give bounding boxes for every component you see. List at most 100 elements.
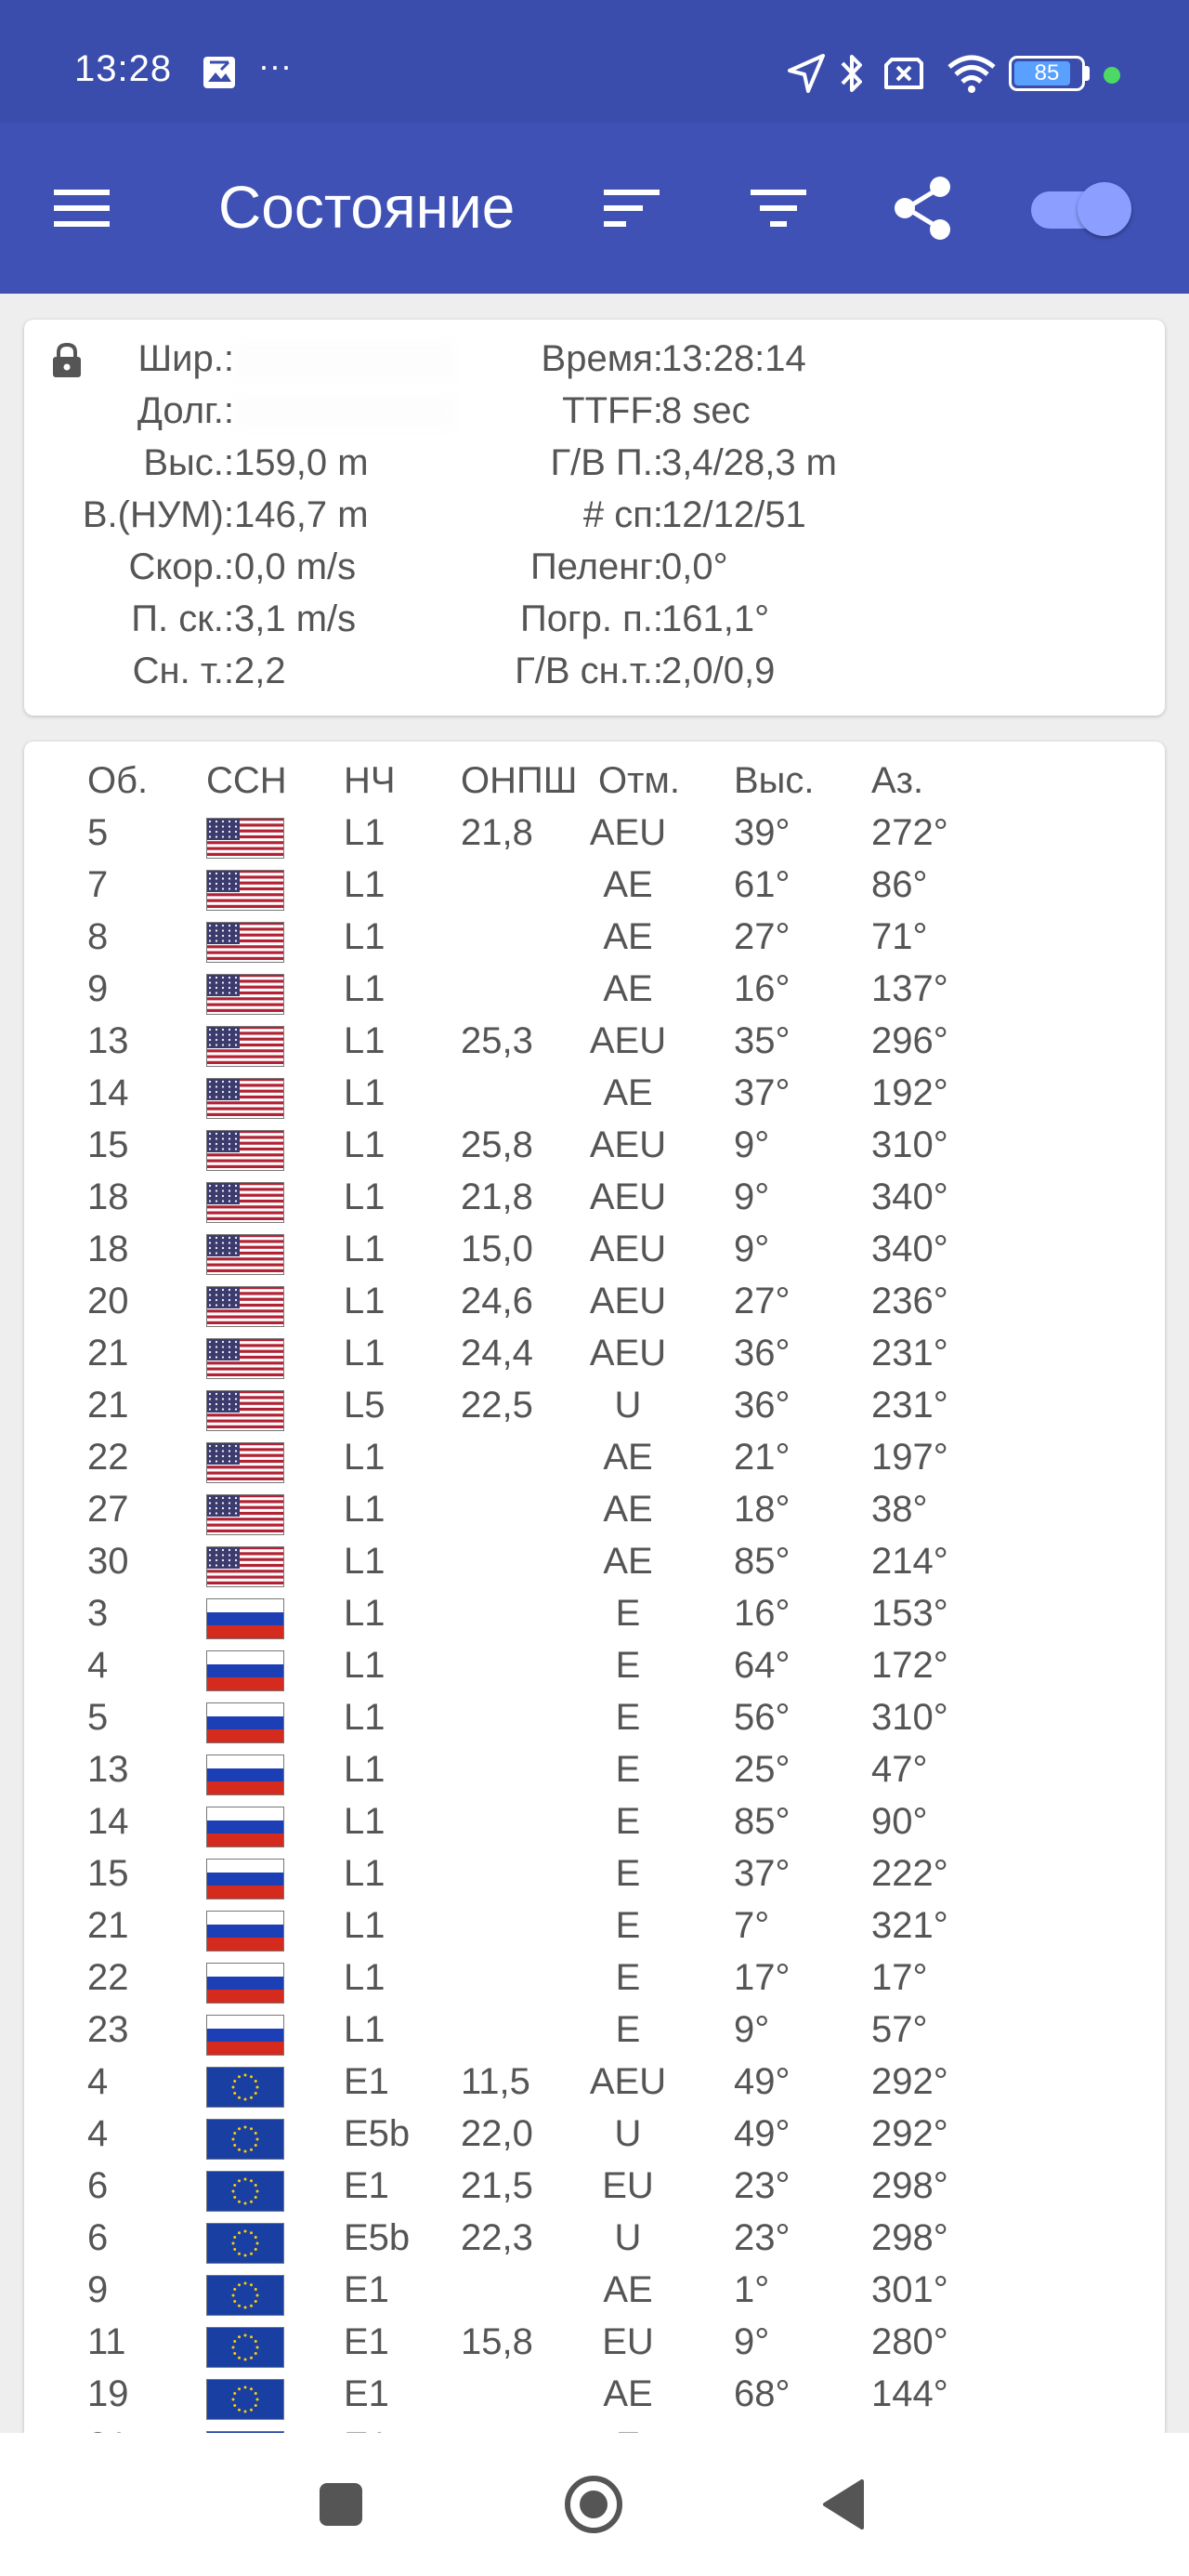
satellite-id: 15 [87,1853,129,1894]
satellite-row: 22 L1 AE 21° 197° [24,1437,1165,1489]
satellite-azimuth: 231° [871,1385,948,1426]
info-value: 159,0 m [234,442,369,483]
satellite-band: L1 [344,1489,385,1530]
info-value: 2,2 [234,651,286,691]
usa-flag-icon [206,1026,284,1067]
satellite-row: 21 L1 E 7° 321° [24,1905,1165,1957]
info-label: # сп: [582,494,663,535]
satellite-id: 13 [87,1749,129,1790]
info-label: Время: [541,338,663,379]
satellite-band: L1 [344,1697,385,1738]
satellite-azimuth: 292° [871,2113,948,2154]
satellite-id: 8 [87,916,109,957]
satellite-azimuth: 47° [871,1749,928,1790]
recents-square-icon[interactable] [308,2472,373,2537]
eu-flag-icon [206,2379,284,2420]
satellite-id: 6 [87,2165,109,2206]
satellite-id: 21 [87,2425,129,2433]
sort-icon[interactable] [594,171,669,245]
satellite-azimuth: 197° [871,1437,948,1478]
wifi-icon [947,55,996,93]
satellite-row: 21 L1 24,4 AEU 36° 231° [24,1333,1165,1385]
satellite-band: E1 [344,2321,389,2362]
satellite-flags: E [615,1957,641,1998]
satellite-azimuth: 296° [871,1020,948,1061]
satellite-row: 21 L5 22,5 U 36° 231° [24,1385,1165,1437]
info-row: В.(НУМ): 146,7 m # сп: 12/12/51 [24,494,1165,546]
satellite-elevation: 61° [734,864,790,905]
satellite-id: 30 [87,1541,129,1582]
satellite-row: 9 L1 AE 16° 137° [24,968,1165,1020]
satellite-flags: AEU [589,1020,667,1061]
satellite-row: 5 L1 21,8 AEU 39° 272° [24,812,1165,864]
satellite-band: E1 [344,2373,389,2414]
satellite-id: 21 [87,1333,129,1373]
usa-flag-icon [206,818,284,859]
info-label: Г/В сн.т.: [515,651,663,691]
satellite-cno: 24,6 [461,1281,533,1321]
satellite-flags: AE [603,968,653,1009]
satellite-table-card: Об. ССН НЧ ОНПШ Отм. Выс. Аз. 5 L1 21,8 AEU… [24,742,1165,2433]
satellite-azimuth: 90° [871,1801,928,1842]
toggle-thumb [1078,182,1131,236]
usa-flag-icon [206,1078,284,1119]
menu-icon[interactable] [52,182,111,234]
satellite-band: E5b [344,2113,411,2154]
satellite-id: 22 [87,1957,129,1998]
satellite-band: L5 [344,1385,385,1426]
satellite-row: 13 L1 E 25° 47° [24,1749,1165,1801]
filter-icon[interactable] [741,171,816,245]
satellite-id: 9 [87,968,109,1009]
satellite-row: 21 E1 E [24,2425,1165,2433]
satellite-row: 30 L1 AE 85° 214° [24,1541,1165,1593]
russia-flag-icon [206,1702,284,1743]
satellite-flags: AEU [589,1176,667,1217]
satellite-band: L1 [344,1541,385,1582]
satellite-band: L1 [344,1853,385,1894]
satellite-elevation: 85° [734,1541,790,1582]
satellite-row: 4 L1 E 64° 172° [24,1645,1165,1697]
home-circle-icon[interactable] [561,2472,626,2537]
satellite-row: 6 E5b 22,3 U 23° 298° [24,2217,1165,2269]
satellite-row: 9 E1 AE 1° 301° [24,2269,1165,2321]
share-icon[interactable] [886,171,960,245]
satellite-row: 8 L1 AE 27° 71° [24,916,1165,968]
satellite-azimuth: 137° [871,968,948,1009]
satellite-flags: E [615,2009,641,2050]
back-triangle-icon[interactable] [814,2472,879,2537]
satellite-band: L1 [344,1281,385,1321]
usa-flag-icon [206,1494,284,1535]
satellite-band: L1 [344,1437,385,1478]
toggle-switch[interactable] [1029,178,1131,240]
satellite-row: 15 L1 25,8 AEU 9° 310° [24,1124,1165,1176]
info-label: Скор.: [128,546,234,587]
eu-flag-icon [206,2327,284,2368]
satellite-band: L1 [344,1176,385,1217]
satellite-elevation: 1° [734,2269,770,2310]
battery-icon: 85 [1009,56,1085,91]
satellite-elevation: 23° [734,2165,790,2206]
satellite-elevation: 9° [734,1229,770,1269]
satellite-azimuth: 214° [871,1541,948,1582]
satellite-elevation: 35° [734,1020,790,1061]
satellite-cno: 21,8 [461,1176,533,1217]
satellite-azimuth: 71° [871,916,928,957]
satellite-azimuth: 222° [871,1853,948,1894]
satellite-elevation: 68° [734,2373,790,2414]
satellite-azimuth: 298° [871,2165,948,2206]
satellite-id: 13 [87,1020,129,1061]
satellite-flags: E [615,1697,641,1738]
satellite-id: 27 [87,1489,129,1530]
satellite-row: 19 E1 AE 68° 144° [24,2373,1165,2425]
satellite-elevation: 49° [734,2061,790,2102]
russia-flag-icon [206,1650,284,1691]
russia-flag-icon [206,1859,284,1899]
satellite-elevation: 36° [734,1333,790,1373]
satellite-band: L1 [344,1072,385,1113]
satellite-id: 19 [87,2373,129,2414]
satellite-band: L1 [344,968,385,1009]
satellite-elevation: 36° [734,1385,790,1426]
info-label: Пеленг: [529,546,663,587]
status-bar: 13:28 ··· 85 [0,0,1189,123]
satellite-band: L1 [344,1229,385,1269]
